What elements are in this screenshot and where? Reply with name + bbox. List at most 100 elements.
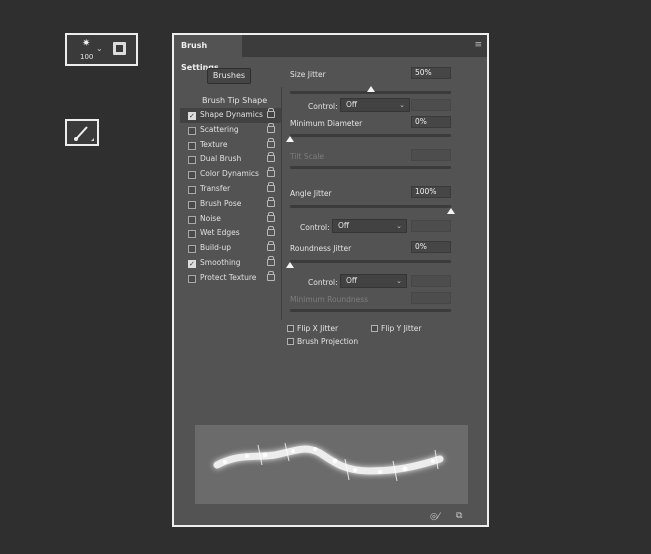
- lock-icon[interactable]: [267, 122, 275, 133]
- flip-x-label: Flip X Jitter: [297, 324, 339, 333]
- brush-option-checkbox[interactable]: [188, 245, 196, 254]
- lock-icon[interactable]: [267, 226, 275, 237]
- size-jitter-label: Size Jitter: [290, 70, 326, 79]
- chevron-down-icon[interactable]: ⌄: [96, 44, 103, 53]
- brush-option-checkbox[interactable]: [188, 171, 196, 180]
- brush-option-item[interactable]: Texture: [180, 137, 281, 153]
- lock-icon[interactable]: [267, 196, 275, 207]
- roundness-control-value: Off: [346, 276, 358, 285]
- min-diameter-slider[interactable]: [290, 134, 451, 137]
- angle-jitter-slider[interactable]: [290, 205, 451, 208]
- brush-option-label: Scattering: [200, 124, 239, 134]
- tilt-scale-field: [411, 149, 451, 161]
- brush-option-label: Smoothing: [200, 257, 241, 267]
- flip-x-checkbox[interactable]: [287, 325, 294, 332]
- stroke-preview: [195, 425, 468, 504]
- brush-option-item[interactable]: Transfer: [180, 181, 281, 197]
- brush-option-label: Shape Dynamics: [200, 110, 263, 119]
- lock-icon[interactable]: [267, 241, 275, 252]
- roundness-jitter-field[interactable]: 0%: [411, 241, 451, 253]
- chevron-down-icon: ⌄: [399, 101, 405, 109]
- brush-option-checkbox[interactable]: [188, 274, 196, 283]
- brush-option-item[interactable]: Scattering: [180, 122, 281, 138]
- lock-icon[interactable]: [267, 108, 275, 118]
- size-jitter-field[interactable]: 50%: [411, 67, 451, 79]
- brush-option-item[interactable]: Dual Brush: [180, 152, 281, 167]
- brush-projection-checkbox[interactable]: [287, 338, 294, 345]
- min-diameter-slider-thumb[interactable]: [286, 136, 294, 142]
- brush-option-checkbox[interactable]: [188, 230, 196, 239]
- angle-jitter-label: Angle Jitter: [290, 189, 332, 198]
- angle-jitter-field[interactable]: 100%: [411, 186, 451, 198]
- min-roundness-field: [411, 292, 451, 304]
- brush-preset-picker[interactable]: ✷ 100 ⌄: [65, 33, 138, 66]
- brush-projection-label: Brush Projection: [297, 337, 359, 346]
- lock-icon[interactable]: [267, 152, 275, 163]
- lock-icon[interactable]: [267, 167, 275, 178]
- brush-option-checkbox[interactable]: [188, 156, 196, 165]
- roundness-jitter-label: Roundness Jitter: [290, 244, 352, 253]
- brush-settings-toggle-icon[interactable]: [113, 42, 126, 55]
- brush-option-item[interactable]: Shape Dynamics: [180, 108, 281, 124]
- angle-jitter-slider-thumb[interactable]: [447, 208, 455, 214]
- brush-option-checkbox[interactable]: [188, 141, 196, 150]
- brush-option-checkbox[interactable]: [188, 185, 196, 194]
- brush-option-label: Wet Edges: [200, 228, 240, 238]
- size-control-select[interactable]: Off ⌄: [340, 98, 410, 112]
- lock-icon[interactable]: [267, 255, 275, 266]
- roundness-jitter-slider[interactable]: [290, 260, 451, 263]
- lock-icon[interactable]: [267, 181, 275, 192]
- brush-option-label: Dual Brush: [200, 154, 242, 164]
- brush-option-item[interactable]: Brush Pose: [180, 196, 281, 212]
- tilt-scale-label: Tilt Scale: [290, 152, 325, 161]
- brush-preset-star-icon: ✷: [82, 38, 91, 49]
- size-control-label: Control:: [308, 102, 338, 111]
- flip-y-label: Flip Y Jitter: [381, 324, 422, 333]
- brush-option-label: Brush Pose: [200, 198, 242, 208]
- min-diameter-field[interactable]: 0%: [411, 116, 451, 128]
- size-control-extra-field: [411, 99, 451, 111]
- size-jitter-slider-thumb[interactable]: [366, 86, 375, 92]
- lock-icon[interactable]: [267, 270, 275, 281]
- brush-option-checkbox[interactable]: [188, 215, 196, 224]
- brush-option-checkbox[interactable]: [188, 257, 196, 272]
- brush-option-checkbox[interactable]: [188, 109, 196, 124]
- brush-size-label: 100: [80, 53, 94, 61]
- brush-option-item[interactable]: Smoothing: [180, 255, 281, 272]
- brushes-button[interactable]: Brushes: [207, 68, 251, 84]
- roundness-control-select[interactable]: Off ⌄: [340, 274, 407, 288]
- roundness-control-extra-field: [411, 275, 451, 287]
- brush-options-list: Shape Dynamics Scattering Texture Dual Brus…: [180, 108, 281, 286]
- roundness-jitter-slider-thumb[interactable]: [286, 262, 294, 268]
- chevron-down-icon: ⌄: [396, 222, 402, 230]
- brush-option-label: Texture: [200, 139, 228, 149]
- panel-menu-icon[interactable]: ≡: [474, 40, 482, 50]
- brush-option-checkbox[interactable]: [188, 200, 196, 209]
- new-preset-icon[interactable]: ⧉: [456, 511, 462, 521]
- brush-option-item[interactable]: Protect Texture: [180, 270, 281, 286]
- brush-option-label: Noise: [200, 213, 221, 223]
- brush-option-item[interactable]: Noise: [180, 211, 281, 227]
- brush-option-item[interactable]: Color Dynamics: [180, 167, 281, 182]
- tab-brush-settings[interactable]: Brush Settings: [174, 35, 242, 72]
- roundness-control-label: Control:: [308, 278, 338, 287]
- brush-option-checkbox[interactable]: [188, 126, 196, 135]
- size-control-value: Off: [346, 100, 358, 109]
- lock-icon[interactable]: [267, 211, 275, 222]
- tilt-scale-slider: [290, 166, 451, 169]
- eye-brush-icon[interactable]: ◎⁄: [430, 512, 439, 522]
- paintbrush-icon: [74, 126, 94, 141]
- brush-tip-shape-item[interactable]: Brush Tip Shape: [202, 96, 267, 105]
- angle-control-label: Control:: [300, 223, 330, 232]
- lock-icon[interactable]: [267, 137, 275, 148]
- angle-control-extra-field: [411, 220, 451, 232]
- angle-control-value: Off: [338, 221, 350, 230]
- panel-header: Brush Settings ≡: [174, 35, 487, 72]
- flip-y-checkbox[interactable]: [371, 325, 378, 332]
- brush-option-item[interactable]: Build-up: [180, 241, 281, 256]
- min-roundness-label: Minimum Roundness: [290, 295, 369, 304]
- angle-control-select[interactable]: Off ⌄: [332, 219, 407, 233]
- brush-tool-button[interactable]: [65, 119, 99, 146]
- brush-option-label: Protect Texture: [200, 272, 257, 282]
- brush-option-item[interactable]: Wet Edges: [180, 226, 281, 241]
